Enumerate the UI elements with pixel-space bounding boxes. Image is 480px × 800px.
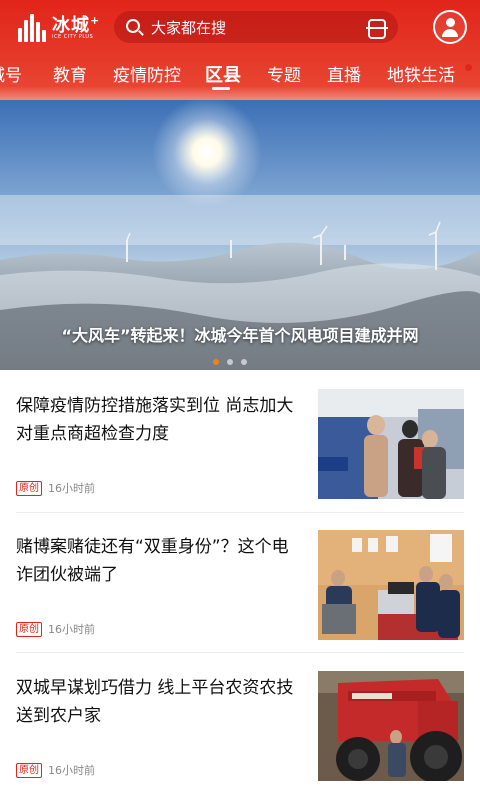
carousel-dot <box>213 359 219 365</box>
search-placeholder: 大家都在搜 <box>151 19 227 37</box>
search-bar[interactable]: 大家都在搜 <box>114 11 398 43</box>
active-tab-indicator <box>212 87 230 90</box>
tab-chenghao[interactable]: 城号 <box>0 61 22 86</box>
publish-time: 16小时前 <box>48 482 95 495</box>
news-item[interactable]: 双城早谋划巧借力 线上平台农资农技送到农户家 原创 16小时前 <box>0 671 480 797</box>
banner-carousel[interactable]: “大风车”转起来！冰城今年首个风电项目建成并网 <box>0 100 480 370</box>
tab-live[interactable]: 直播 <box>327 61 361 86</box>
news-thumbnail[interactable] <box>318 389 464 499</box>
logo-subtitle: ICE CITY PLUS <box>52 34 94 40</box>
news-title[interactable]: 赌博案赌徒还有“双重身份”？这个电诈团伙被端了 <box>16 533 301 589</box>
original-badge: 原创 <box>16 481 42 496</box>
news-thumbnail[interactable] <box>318 671 464 781</box>
news-item[interactable]: 赌博案赌徒还有“双重身份”？这个电诈团伙被端了 原创 16小时前 <box>0 530 480 656</box>
publish-time: 16小时前 <box>48 764 95 777</box>
user-avatar-button[interactable] <box>433 10 467 44</box>
news-item[interactable]: 保障疫情防控措施落实到位 尚志加大对重点商超检查力度 原创 16小时前 <box>0 389 480 515</box>
news-title[interactable]: 双城早谋划巧借力 线上平台农资农技送到农户家 <box>16 674 301 730</box>
tab-topics[interactable]: 专题 <box>267 61 301 86</box>
carousel-dot <box>227 359 233 365</box>
banner-caption[interactable]: “大风车”转起来！冰城今年首个风电项目建成并网 <box>0 322 480 346</box>
channel-tabs: 城号 教育 疫情防控 区县 专题 直播 地铁生活 <box>0 56 480 90</box>
user-icon <box>446 18 455 27</box>
app-logo[interactable]: 冰城+ ICE CITY PLUS <box>18 10 114 44</box>
original-badge: 原创 <box>16 622 42 637</box>
publish-time: 16小时前 <box>48 623 95 636</box>
original-badge: 原创 <box>16 763 42 778</box>
carousel-dot <box>241 359 247 365</box>
tab-epidemic[interactable]: 疫情防控 <box>113 61 181 86</box>
scan-icon[interactable] <box>366 19 388 39</box>
top-header: 冰城+ ICE CITY PLUS 大家都在搜 城号 教育 疫情防控 区县 专题… <box>0 0 480 100</box>
news-title[interactable]: 保障疫情防控措施落实到位 尚志加大对重点商超检查力度 <box>16 392 301 448</box>
divider <box>16 512 464 513</box>
tab-education[interactable]: 教育 <box>53 61 87 86</box>
news-thumbnail[interactable] <box>318 530 464 640</box>
divider <box>16 652 464 653</box>
logo-icon <box>18 12 48 42</box>
notification-dot <box>465 64 472 71</box>
search-icon <box>126 19 140 33</box>
tab-districts[interactable]: 区县 <box>205 61 241 87</box>
tab-metro-life[interactable]: 地铁生活 <box>387 61 455 86</box>
